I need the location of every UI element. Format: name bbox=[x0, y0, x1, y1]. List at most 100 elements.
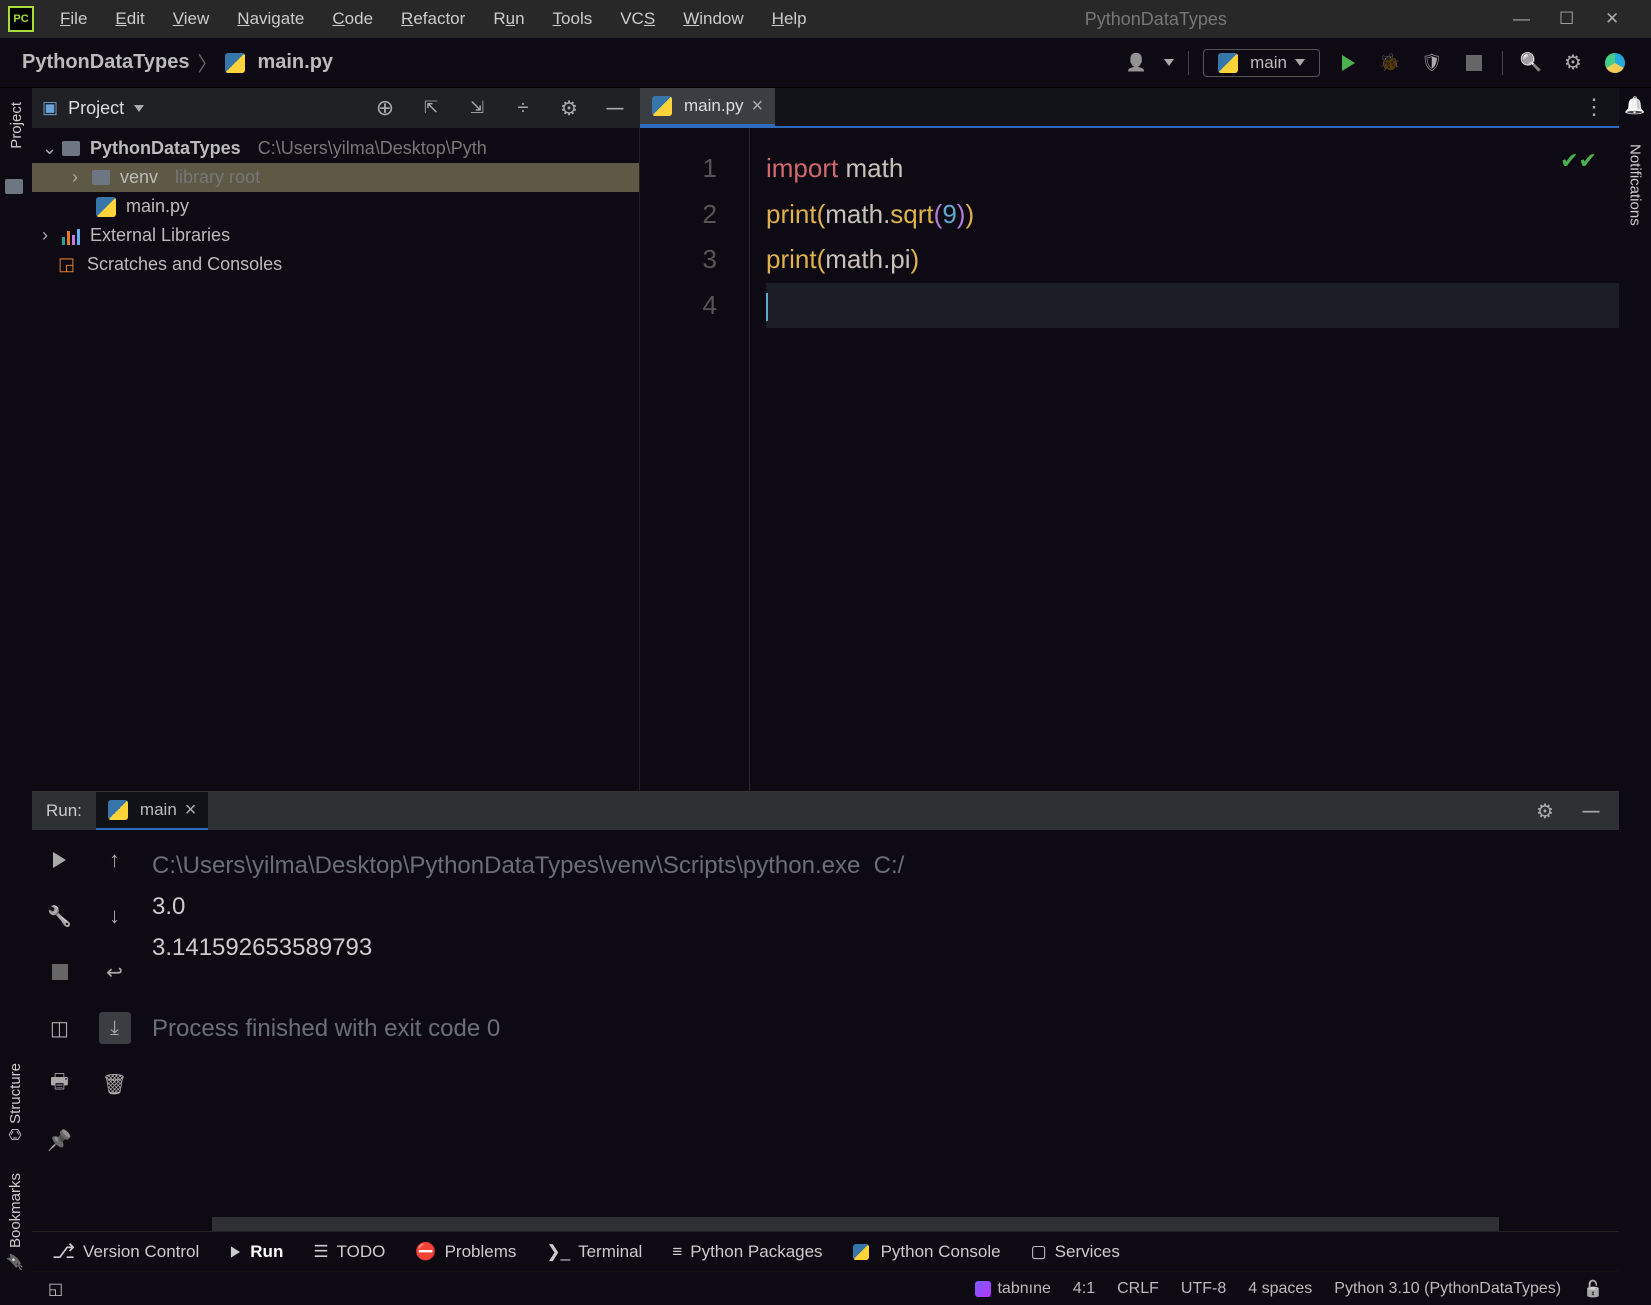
down-stack-icon[interactable] bbox=[99, 900, 131, 932]
tree-root[interactable]: ⌄ PythonDataTypes C:\Users\yilma\Desktop… bbox=[32, 134, 639, 163]
editor-tab-options-icon[interactable] bbox=[1569, 88, 1619, 126]
tree-external-libs[interactable]: › External Libraries bbox=[32, 221, 639, 250]
folder-icon[interactable] bbox=[5, 179, 23, 194]
collapse-all-icon[interactable] bbox=[463, 94, 491, 122]
console-scrollbar[interactable] bbox=[212, 1217, 1499, 1231]
tab-close-icon[interactable] bbox=[752, 95, 764, 118]
project-tool-button[interactable]: Project bbox=[8, 96, 25, 155]
python-interpreter[interactable]: Python 3.10 (PythonDataTypes) bbox=[1334, 1280, 1561, 1298]
tree-venv[interactable]: › venv library root bbox=[32, 163, 639, 192]
code-area[interactable]: import math print(math.sqrt(9)) print(ma… bbox=[750, 128, 1619, 791]
tree-main-file[interactable]: main.py bbox=[32, 192, 639, 221]
run-config-selector[interactable]: main bbox=[1203, 49, 1320, 77]
run-settings-icon[interactable] bbox=[1531, 797, 1559, 825]
run-hide-icon[interactable] bbox=[1577, 797, 1605, 825]
tree-scratches[interactable]: ◲ Scratches and Consoles bbox=[32, 250, 639, 279]
menu-code[interactable]: Code bbox=[320, 5, 385, 33]
python-packages-button[interactable]: Python Packages bbox=[672, 1242, 822, 1262]
run-button[interactable] bbox=[1334, 49, 1362, 77]
line-number: 4 bbox=[640, 283, 717, 329]
menu-view[interactable]: View bbox=[161, 5, 222, 33]
select-opened-file-icon[interactable] bbox=[371, 94, 399, 122]
edit-run-config-icon[interactable] bbox=[44, 900, 76, 932]
python-icon bbox=[1218, 53, 1238, 73]
expand-all-icon[interactable] bbox=[417, 94, 445, 122]
project-pane-title[interactable]: Project bbox=[68, 98, 124, 119]
editor-tab-main[interactable]: main.py bbox=[640, 88, 775, 126]
menu-refactor[interactable]: Refactor bbox=[389, 5, 477, 33]
menu-run[interactable]: Run bbox=[481, 5, 536, 33]
settings-icon[interactable] bbox=[1559, 49, 1587, 77]
services-tool-button[interactable]: ▢Services bbox=[1031, 1242, 1120, 1262]
show-options-icon[interactable] bbox=[509, 94, 537, 122]
line-number: 1 bbox=[640, 146, 717, 192]
debug-button[interactable] bbox=[1376, 49, 1404, 77]
clear-all-icon[interactable] bbox=[99, 1068, 131, 1100]
tabnine-widget[interactable]: tabnıne bbox=[975, 1280, 1050, 1298]
run-tool-button[interactable]: Run bbox=[229, 1242, 283, 1262]
breadcrumb-separator: 〉 bbox=[197, 48, 217, 77]
soft-wrap-icon[interactable] bbox=[99, 956, 131, 988]
project-view-dropdown-icon[interactable] bbox=[134, 105, 144, 112]
menu-file[interactable]: FFileile bbox=[48, 5, 99, 33]
editor-gutter: 1 2 3 4 bbox=[640, 128, 750, 791]
project-pane-header: ▣ Project bbox=[32, 88, 639, 128]
console-line: 3.141592653589793 bbox=[152, 934, 372, 961]
tree-root-name: PythonDataTypes bbox=[90, 138, 241, 159]
scratches-icon: ◲ bbox=[58, 254, 75, 275]
window-title: PythonDataTypes bbox=[823, 9, 1489, 30]
window-maximize[interactable]: ☐ bbox=[1559, 9, 1577, 29]
window-minimize[interactable]: — bbox=[1513, 9, 1531, 29]
print-icon[interactable] bbox=[44, 1068, 76, 1100]
status-tool-windows-icon[interactable]: ◱ bbox=[48, 1279, 63, 1299]
run-tab[interactable]: main bbox=[96, 792, 209, 830]
python-console-button[interactable]: Python Console bbox=[853, 1242, 1001, 1262]
scroll-to-end-icon[interactable] bbox=[99, 1012, 131, 1044]
console-output[interactable]: C:\Users\yilma\Desktop\PythonDataTypes\v… bbox=[142, 830, 1619, 1217]
vcs-tool-button[interactable]: Version Control bbox=[52, 1239, 199, 1264]
todo-tool-button[interactable]: TODO bbox=[313, 1242, 385, 1262]
coverage-button[interactable] bbox=[1418, 49, 1446, 77]
menu-edit[interactable]: Edit bbox=[103, 5, 156, 33]
python-file-icon bbox=[225, 53, 245, 73]
menu-navigate[interactable]: Navigate bbox=[225, 5, 316, 33]
user-icon[interactable] bbox=[1122, 49, 1150, 77]
up-stack-icon[interactable] bbox=[99, 844, 131, 876]
layout-icon[interactable] bbox=[44, 1012, 76, 1044]
chevron-down-icon bbox=[1295, 59, 1305, 66]
stop-button[interactable] bbox=[1460, 49, 1488, 77]
breadcrumb-project[interactable]: PythonDataTypes bbox=[22, 51, 189, 74]
notifications-tool-button[interactable]: Notifications bbox=[1627, 138, 1644, 232]
stop-process-icon[interactable] bbox=[44, 956, 76, 988]
jetbrains-toolbox-icon[interactable] bbox=[1601, 49, 1629, 77]
rerun-button[interactable] bbox=[44, 844, 76, 876]
project-settings-icon[interactable] bbox=[555, 94, 583, 122]
notifications-bell-icon[interactable] bbox=[1624, 96, 1646, 118]
editor-pane: main.py 1 2 3 4 import math print(math.s… bbox=[640, 88, 1619, 791]
file-encoding[interactable]: UTF-8 bbox=[1181, 1280, 1226, 1298]
indent-setting[interactable]: 4 spaces bbox=[1248, 1280, 1312, 1298]
inspections-ok-icon[interactable]: ✔✔ bbox=[1560, 148, 1597, 174]
window-close[interactable]: ✕ bbox=[1605, 9, 1623, 29]
run-title: Run: bbox=[46, 801, 82, 821]
pin-icon[interactable] bbox=[44, 1124, 76, 1156]
hide-pane-icon[interactable] bbox=[601, 94, 629, 122]
user-dropdown-icon[interactable] bbox=[1164, 59, 1174, 66]
cursor-position[interactable]: 4:1 bbox=[1073, 1280, 1095, 1298]
read-only-lock-icon[interactable] bbox=[1583, 1279, 1603, 1299]
menu-vcs[interactable]: VCS bbox=[608, 5, 667, 33]
structure-tool-button[interactable]: Structure bbox=[7, 1057, 25, 1147]
breadcrumb-file[interactable]: main.py bbox=[257, 51, 333, 74]
editor-body[interactable]: 1 2 3 4 import math print(math.sqrt(9)) … bbox=[640, 128, 1619, 791]
terminal-tool-button[interactable]: Terminal bbox=[546, 1242, 642, 1262]
problems-tool-button[interactable]: Problems bbox=[415, 1242, 516, 1262]
bookmarks-tool-button[interactable]: Bookmarks bbox=[7, 1167, 25, 1277]
run-tab-close-icon[interactable] bbox=[185, 799, 197, 822]
menu-help[interactable]: Help bbox=[760, 5, 819, 33]
menu-tools[interactable]: Tools bbox=[541, 5, 605, 33]
line-separator[interactable]: CRLF bbox=[1117, 1280, 1159, 1298]
menu-window[interactable]: Window bbox=[671, 5, 755, 33]
run-config-name: main bbox=[1250, 53, 1287, 73]
search-everywhere-icon[interactable] bbox=[1517, 49, 1545, 77]
folder-icon bbox=[92, 170, 110, 185]
